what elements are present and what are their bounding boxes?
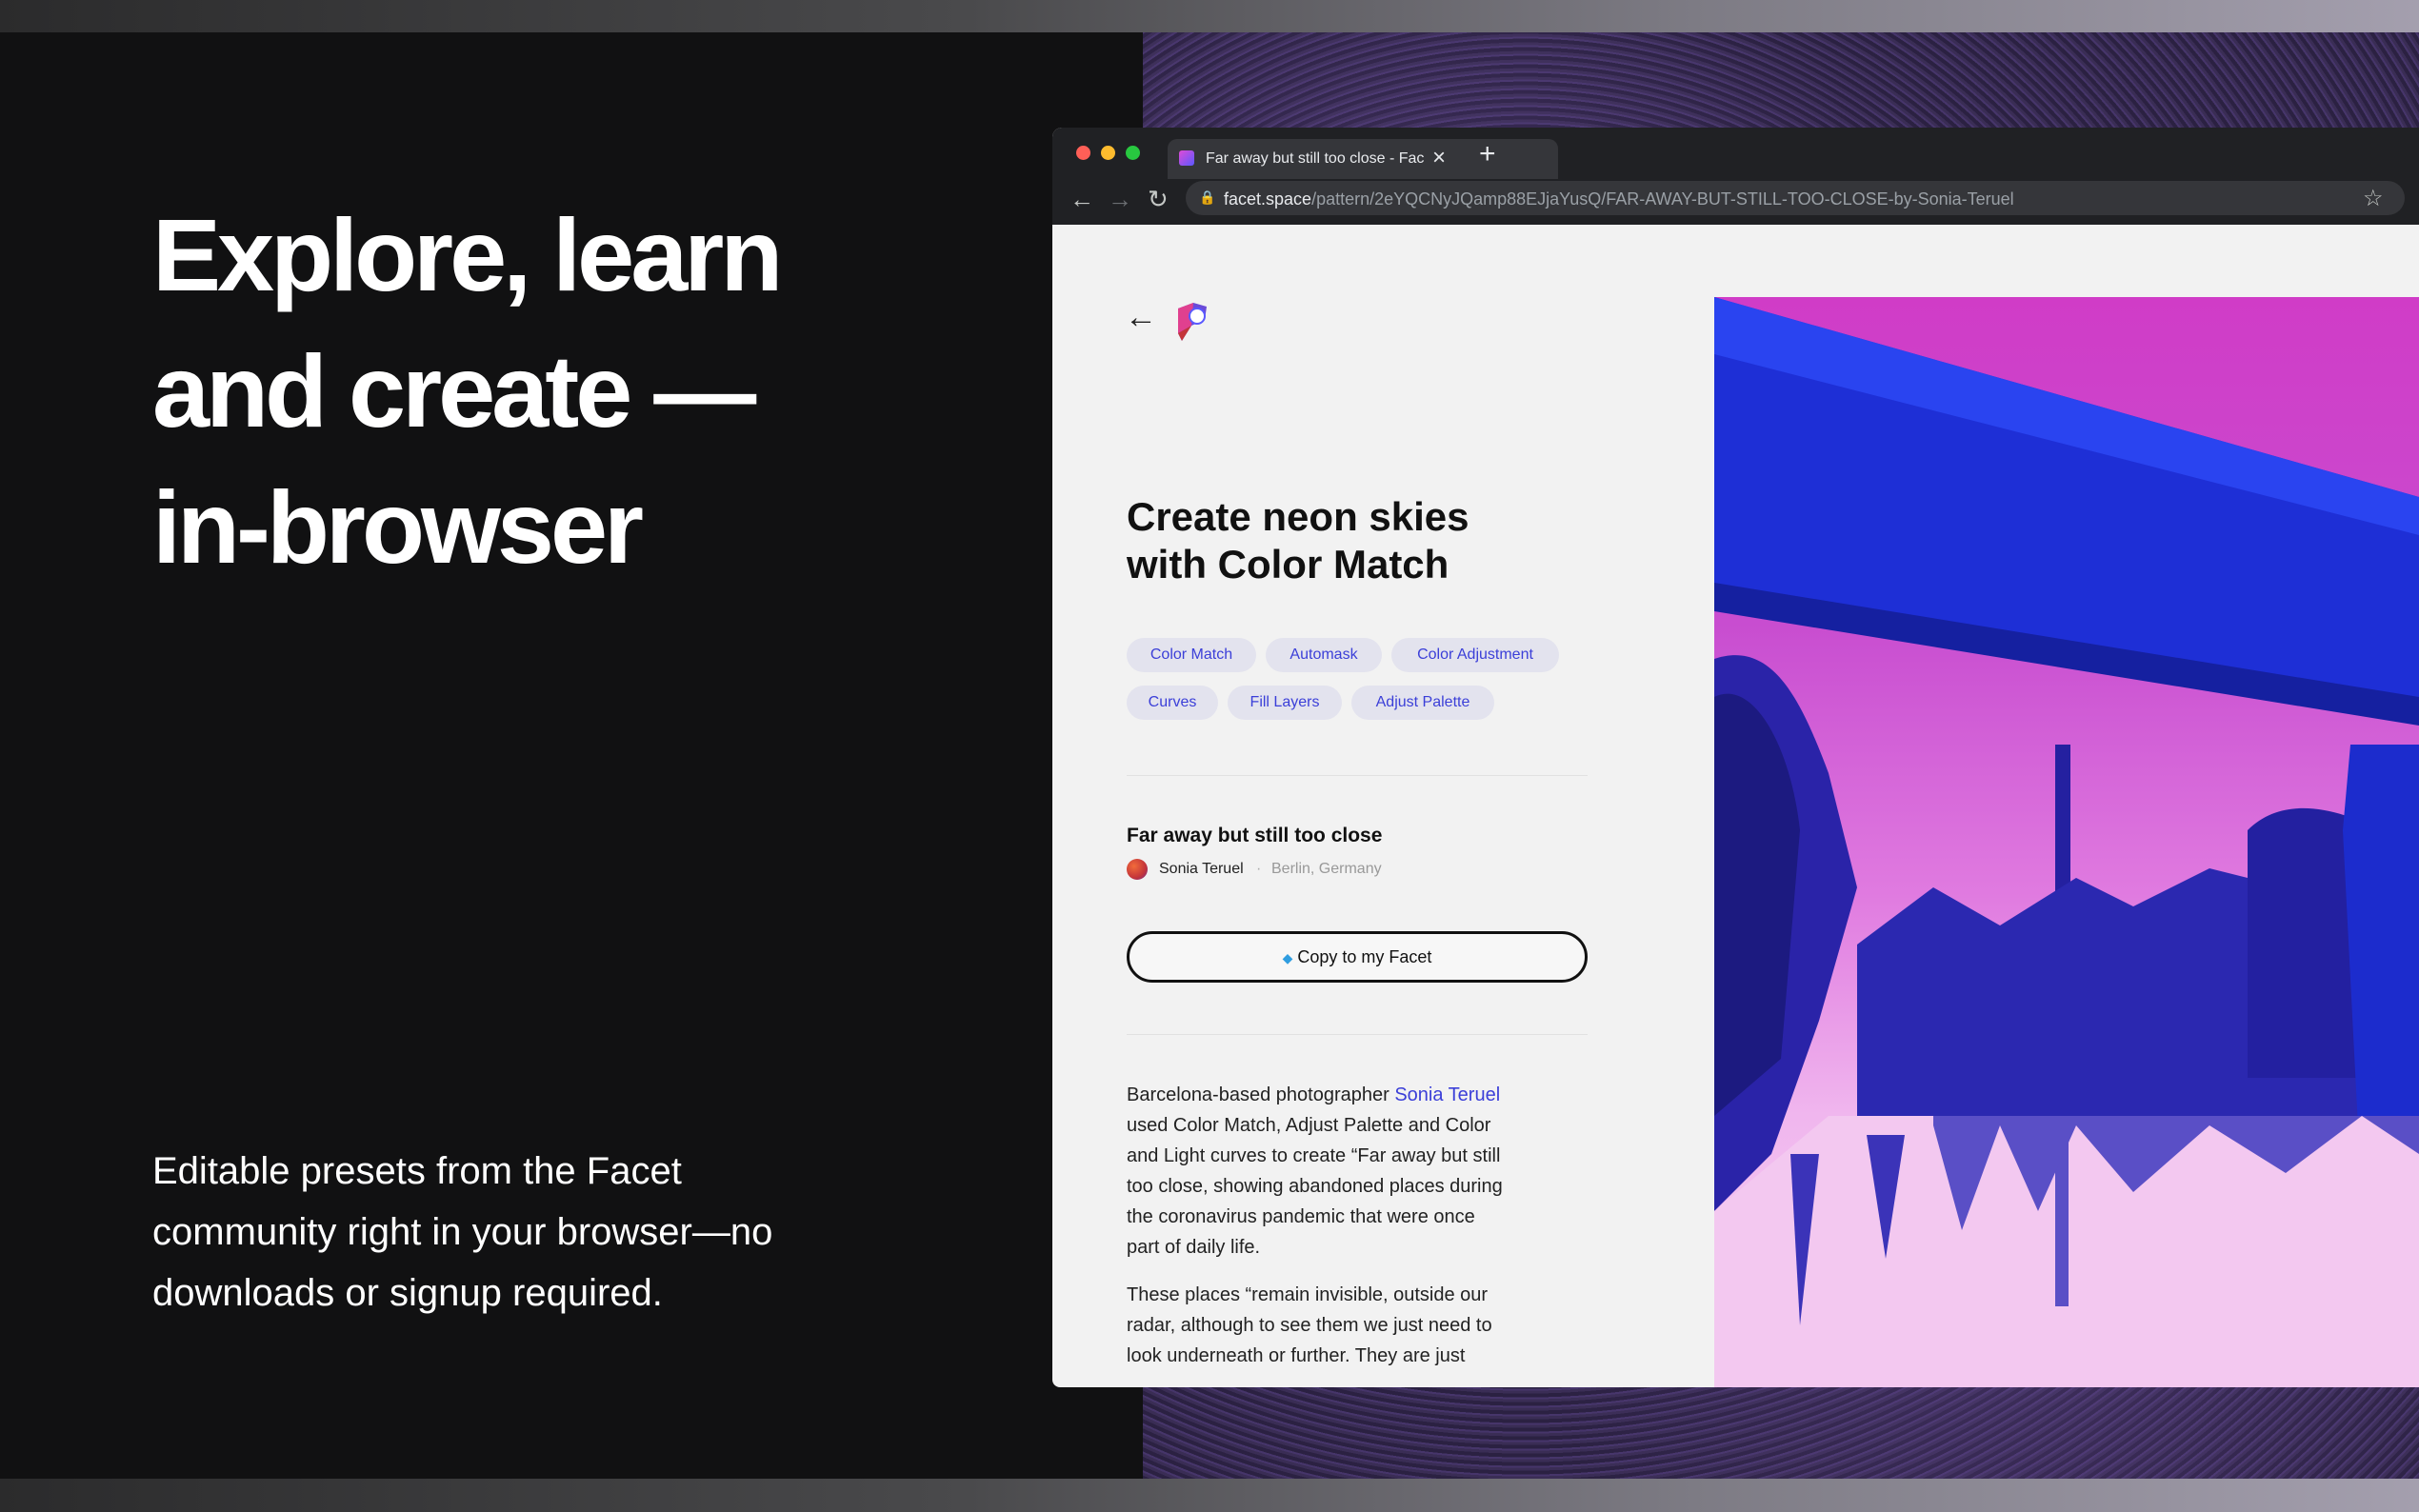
description-paragraph: These places “remain invisible, outside …: [1127, 1280, 1565, 1371]
bottom-gradient-bar: [0, 1479, 2419, 1512]
tag-chip[interactable]: Color Adjustment: [1391, 638, 1559, 672]
hero-line: in-browser: [152, 469, 644, 585]
subtitle-line: community right in your browser—no: [152, 1211, 773, 1253]
url-path: /pattern/2eYQCNyJQamp88EJjaYusQ/FAR-AWAY…: [1311, 189, 2014, 209]
author-link[interactable]: Sonia Teruel: [1394, 1084, 1500, 1105]
back-icon[interactable]: ←: [1070, 185, 1094, 214]
divider: [1127, 1034, 1588, 1035]
divider: [1127, 775, 1588, 776]
paragraph-line: look underneath or further. They are jus…: [1127, 1345, 1466, 1366]
bridge-photo-illustration: [1714, 297, 2419, 1387]
browser-window: Far away but still too close - Fac × + ←…: [1052, 128, 2419, 1387]
paragraph-line: used Color Match, Adjust Palette and Col…: [1127, 1115, 1491, 1136]
top-gradient-bar: [0, 0, 2419, 32]
paragraph-line: too close, showing abandoned places duri…: [1127, 1176, 1503, 1197]
browser-chrome: Far away but still too close - Fac × + ←…: [1052, 128, 2419, 225]
paragraph-line: the coronavirus pandemic that were once: [1127, 1206, 1475, 1227]
forward-icon[interactable]: →: [1108, 185, 1132, 214]
author-name[interactable]: Sonia Teruel: [1159, 861, 1244, 878]
page-title: Create neon skies with Color Match: [1127, 493, 1574, 588]
hero-heading: Explore, learn and create — in-browser: [152, 187, 1010, 595]
meta-separator: ·: [1256, 861, 1262, 877]
subtitle-line: downloads or signup required.: [152, 1272, 663, 1314]
page-title-line: Create neon skies: [1127, 494, 1469, 539]
gem-icon: ◆: [1282, 950, 1293, 965]
url-host: facet.space: [1224, 189, 1312, 209]
close-window-dot[interactable]: [1076, 146, 1090, 160]
author-avatar: [1127, 859, 1148, 880]
pattern-title: Far away but still too close: [1127, 825, 1383, 846]
bookmark-star-icon[interactable]: ☆: [2363, 185, 2384, 212]
close-tab-icon[interactable]: ×: [1432, 145, 1446, 171]
tag-chip[interactable]: Adjust Palette: [1351, 686, 1494, 720]
paragraph-line: part of daily life.: [1127, 1237, 1261, 1258]
tab-title: Far away but still too close - Fac: [1206, 150, 1425, 167]
lock-icon: 🔒: [1199, 189, 1216, 205]
paragraph-line: radar, although to see them we just need…: [1127, 1315, 1492, 1336]
facet-logo-icon[interactable]: [1172, 299, 1210, 347]
url-text: facet.space/pattern/2eYQCNyJQamp88EJjaYu…: [1224, 189, 2348, 209]
address-bar[interactable]: 🔒 facet.space/pattern/2eYQCNyJQamp88EJja…: [1186, 181, 2405, 215]
minimize-window-dot[interactable]: [1101, 146, 1115, 160]
maximize-window-dot[interactable]: [1126, 146, 1140, 160]
author-location: Berlin, Germany: [1271, 861, 1382, 877]
facet-favicon-icon: [1179, 150, 1194, 166]
reload-icon[interactable]: ↻: [1148, 185, 1169, 214]
hero-line: Explore, learn: [152, 197, 783, 312]
paragraph-line: and Light curves to create “Far away but…: [1127, 1145, 1501, 1166]
new-tab-icon[interactable]: +: [1479, 138, 1496, 170]
tag-chip[interactable]: Color Match: [1127, 638, 1256, 672]
browser-tab[interactable]: Far away but still too close - Fac ×: [1168, 139, 1558, 179]
paragraph-line: These places “remain invisible, outside …: [1127, 1284, 1489, 1305]
hero-subtitle: Editable presets from the Facet communit…: [152, 1141, 876, 1323]
tag-chip[interactable]: Automask: [1266, 638, 1382, 672]
description-paragraph: Barcelona-based photographer Sonia Terue…: [1127, 1080, 1565, 1263]
hero-line: and create —: [152, 333, 756, 448]
back-arrow-icon[interactable]: ←: [1125, 299, 1157, 336]
tag-chip[interactable]: Fill Layers: [1228, 686, 1342, 720]
tag-chip[interactable]: Curves: [1127, 686, 1218, 720]
copy-button-label: Copy to my Facet: [1297, 947, 1432, 966]
copy-to-facet-button[interactable]: ◆ Copy to my Facet: [1127, 931, 1588, 983]
paragraph-line: Barcelona-based photographer Sonia Terue…: [1127, 1080, 1565, 1110]
page-title-line: with Color Match: [1127, 542, 1449, 587]
subtitle-line: Editable presets from the Facet: [152, 1150, 682, 1192]
featured-photo: [1714, 297, 2419, 1387]
paragraph-prefix: Barcelona-based photographer: [1127, 1084, 1395, 1105]
